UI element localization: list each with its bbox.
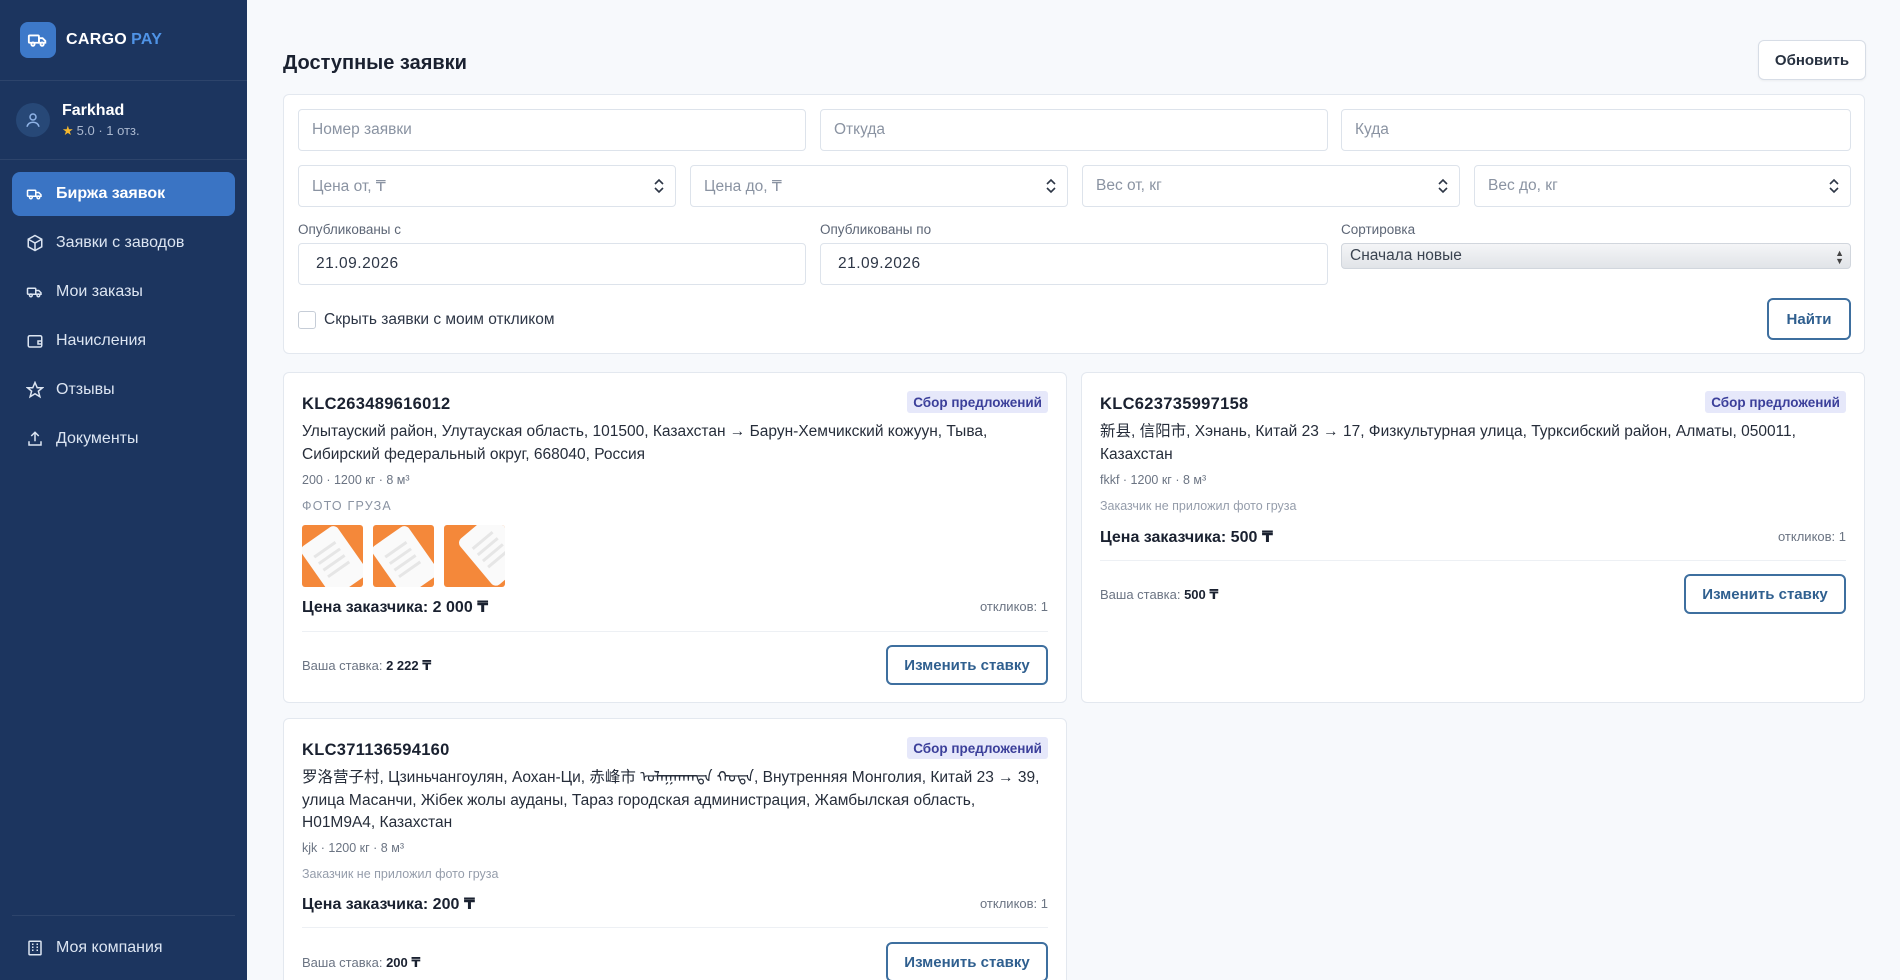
order-route: 新县, 信阳市, Хэнань, Китай 23 → 17, Физкульт…: [1100, 423, 1796, 463]
hide-mine-label: Скрыть заявки с моим откликом: [324, 311, 555, 328]
order-meta: fkkf · 1200 кг · 8 м³: [1100, 473, 1207, 487]
customer-price: Цена заказчика: 500 ₸: [1100, 529, 1273, 546]
user-profile[interactable]: Farkhad ★ 5.0 · 1 отз.: [0, 81, 247, 160]
star-icon: ★: [62, 122, 74, 138]
from-input[interactable]: Откуда: [820, 109, 1328, 151]
your-bid: Ваша ставка: 2 222 ₸: [302, 658, 432, 673]
price-to-placeholder: Цена до, ₸: [704, 177, 782, 195]
order-id: KLC371136594160: [302, 741, 450, 759]
sidebar-item-label: Начисления: [56, 332, 147, 349]
order-id: KLC623735997158: [1100, 395, 1249, 413]
building-icon: [28, 940, 42, 956]
order-id: KLC263489616012: [302, 395, 451, 413]
filters-panel: Номер заявки Откуда Куда Цена от, ₸ Цена…: [283, 94, 1865, 354]
page-title: Доступные заявки: [283, 51, 467, 74]
published-to-date[interactable]: 21.09.2026: [820, 243, 1328, 285]
user-name: Farkhad: [62, 101, 125, 119]
sidebar-item-my-orders[interactable]: Мои заказы: [12, 270, 235, 314]
card-divider: [1100, 560, 1846, 561]
status-badge: Сбор предложений: [907, 391, 1048, 413]
weight-from-input[interactable]: Вес от, кг: [1082, 165, 1460, 207]
order-card[interactable]: KLC623735997158 Сбор предложений 新县, 信阳市…: [1081, 372, 1865, 703]
published-to-label: Опубликованы по: [820, 222, 932, 237]
wallet-icon: [27, 335, 43, 348]
hide-mine-checkbox[interactable]: [298, 311, 316, 329]
sort-value: Сначала новые: [1350, 247, 1462, 264]
find-button[interactable]: Найти: [1767, 298, 1851, 340]
customer-price: Цена заказчика: 200 ₸: [302, 896, 475, 913]
truck-icon: [20, 22, 56, 58]
star-icon: [26, 381, 44, 399]
sidebar-item-label: Документы: [56, 430, 139, 447]
truck-icon: [26, 189, 42, 200]
order-meta: 200 · 1200 кг · 8 м³: [302, 473, 410, 487]
chevron-updown-icon: ▲ ▼: [1835, 248, 1844, 266]
sidebar-item-factory-orders[interactable]: Заявки с заводов: [12, 221, 235, 265]
responses-count: откликов: 1: [979, 896, 1048, 911]
order-route: Улытауский район, Улутауская область, 10…: [302, 423, 988, 463]
user-icon: [16, 103, 50, 137]
sort-select[interactable]: Сначала новые ▲ ▼: [1341, 243, 1851, 269]
refresh-button[interactable]: Обновить: [1758, 40, 1866, 80]
price-from-input[interactable]: Цена от, ₸: [298, 165, 676, 207]
main-content: Доступные заявки Обновить Номер заявки О…: [247, 0, 1900, 980]
published-from-date[interactable]: 21.09.2026: [298, 243, 806, 285]
hide-mine-checkbox-row[interactable]: Скрыть заявки с моим откликом: [298, 311, 555, 329]
card-divider: [302, 631, 1048, 632]
sort-label: Сортировка: [1341, 222, 1416, 237]
price-from-placeholder: Цена от, ₸: [312, 177, 386, 195]
change-bid-button[interactable]: Изменить ставку: [886, 645, 1048, 685]
weight-to-input[interactable]: Вес до, кг: [1474, 165, 1851, 207]
no-photo-note: Заказчик не приложил фото груза: [302, 867, 499, 881]
cargo-photo[interactable]: [373, 525, 434, 587]
sidebar-item-documents[interactable]: Документы: [12, 417, 235, 461]
status-badge: Сбор предложений: [907, 737, 1048, 759]
brand-name: CARGO PAY: [66, 31, 163, 48]
sidebar-item-accruals[interactable]: Начисления: [12, 319, 235, 363]
your-bid: Ваша ставка: 500 ₸: [1100, 587, 1219, 602]
sidebar-item-label: Заявки с заводов: [56, 234, 185, 251]
sidebar-item-label: Биржа заявок: [56, 185, 166, 202]
change-bid-button[interactable]: Изменить ставку: [1684, 574, 1846, 614]
sidebar: CARGO PAY Farkhad ★ 5.0 · 1 отз. Биржа зая…: [0, 0, 247, 980]
price-to-input[interactable]: Цена до, ₸: [690, 165, 1068, 207]
weight-from-placeholder: Вес от, кг: [1096, 177, 1162, 194]
sidebar-item-my-company[interactable]: Моя компания: [12, 926, 235, 970]
sidebar-nav: Биржа заявок Заявки с заводов Мои заказы…: [0, 160, 247, 478]
order-number-input[interactable]: Номер заявки: [298, 109, 806, 151]
upload-icon: [28, 431, 42, 446]
weight-to-placeholder: Вес до, кг: [1488, 177, 1558, 194]
no-photo-note: Заказчик не приложил фото груза: [1100, 499, 1297, 513]
published-from-label: Опубликованы с: [298, 222, 402, 237]
brand[interactable]: CARGO PAY: [0, 0, 247, 81]
to-input[interactable]: Куда: [1341, 109, 1851, 151]
stepper-icon[interactable]: [1437, 177, 1449, 195]
responses-count: откликов: 1: [1777, 529, 1846, 544]
stepper-icon[interactable]: [653, 177, 665, 195]
photo-label: ФОТО ГРУЗА: [302, 499, 392, 513]
change-bid-button[interactable]: Изменить ставку: [886, 942, 1048, 980]
box-icon: [27, 234, 43, 252]
sidebar-item-label: Мои заказы: [56, 283, 143, 300]
status-badge: Сбор предложений: [1705, 391, 1846, 413]
order-route: 罗洛营子村, Цзиньчангоулян, Аохан-Ци, 赤峰市 ᠤᠯᠠ…: [302, 769, 1040, 831]
stepper-icon[interactable]: [1828, 177, 1840, 195]
sidebar-item-label: Моя компания: [56, 939, 163, 956]
sidebar-item-exchange[interactable]: Биржа заявок: [12, 172, 235, 216]
cargo-photos: [302, 525, 505, 587]
truck-icon: [26, 287, 42, 298]
cargo-photo[interactable]: [444, 525, 505, 587]
your-bid: Ваша ставка: 200 ₸: [302, 955, 421, 970]
order-card[interactable]: KLC371136594160 Сбор предложений 罗洛营子村, …: [283, 718, 1067, 980]
responses-count: откликов: 1: [979, 599, 1048, 614]
card-divider: [302, 927, 1048, 928]
customer-price: Цена заказчика: 2 000 ₸: [302, 599, 489, 616]
cargo-photo[interactable]: [302, 525, 363, 587]
order-meta: kjk · 1200 кг · 8 м³: [302, 841, 404, 855]
sidebar-item-label: Отзывы: [56, 381, 115, 398]
user-rating: ★ 5.0 · 1 отз.: [62, 122, 140, 139]
sidebar-item-reviews[interactable]: Отзывы: [12, 368, 235, 412]
stepper-icon[interactable]: [1045, 177, 1057, 195]
order-card[interactable]: KLC263489616012 Сбор предложений Улытаус…: [283, 372, 1067, 703]
